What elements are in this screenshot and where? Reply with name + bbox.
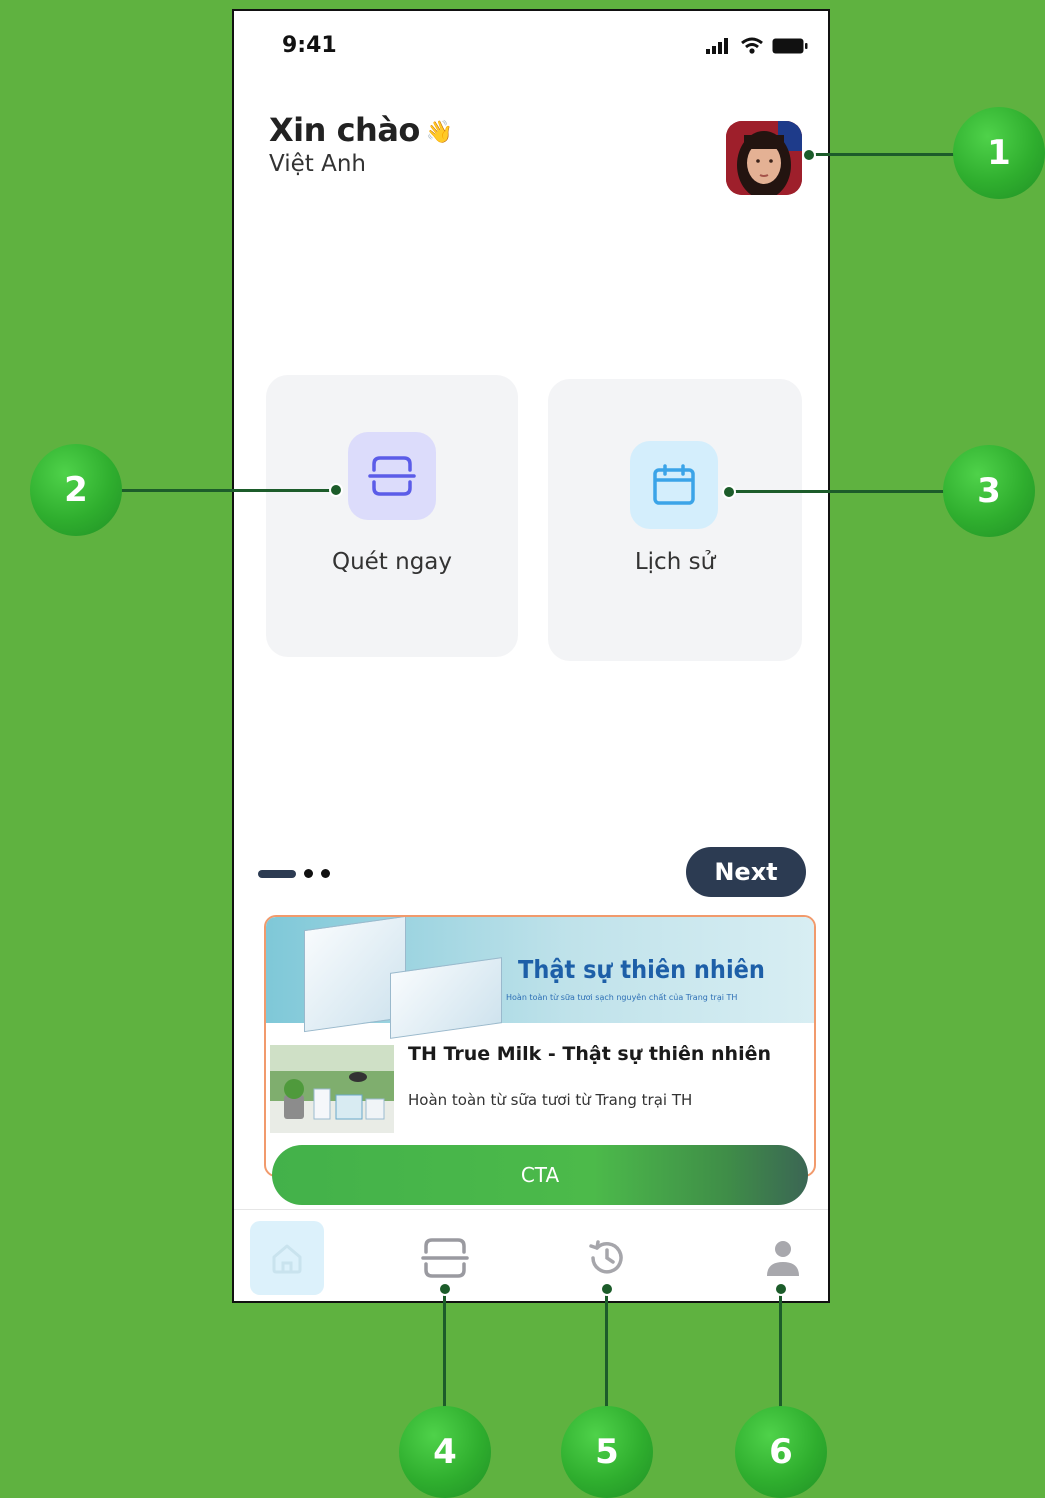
- callout-2-connector: [118, 489, 336, 492]
- page-indicator-active: [258, 869, 296, 878]
- wave-icon: 👋: [425, 119, 453, 145]
- status-time: 9:41: [282, 33, 337, 58]
- nav-home[interactable]: [250, 1221, 324, 1295]
- callout-3-connector: [729, 490, 949, 493]
- callout-3-pin: [722, 485, 736, 499]
- scan-label: Quét ngay: [331, 549, 453, 575]
- ad-banner-title: Thật sự thiên nhiên: [518, 955, 765, 984]
- history-label: Lịch sử: [634, 549, 716, 575]
- user-name[interactable]: Việt Anh: [269, 151, 366, 177]
- ad-card[interactable]: Thật sự thiên nhiên Hoàn toàn từ sữa tươ…: [264, 915, 816, 1177]
- ad-title: TH True Milk - Thật sự thiên nhiên: [408, 1043, 772, 1065]
- ad-description: Hoàn toàn từ sữa tươi từ Trang trại TH: [408, 1091, 693, 1109]
- callout-1: 1: [953, 107, 1045, 199]
- history-icon: [589, 1240, 623, 1274]
- ad-banner: Thật sự thiên nhiên Hoàn toàn từ sữa tươ…: [266, 917, 814, 1039]
- callout-4: 4: [399, 1406, 491, 1498]
- callout-5: 5: [561, 1406, 653, 1498]
- callout-1-connector: [808, 153, 958, 156]
- profile-icon: [767, 1241, 799, 1276]
- milk-carton-image: [390, 957, 502, 1039]
- callout-6-pin: [774, 1282, 788, 1296]
- bottom-nav-divider: [234, 1209, 828, 1210]
- page-indicator-dot: [321, 869, 330, 878]
- callout-3: 3: [943, 445, 1035, 537]
- scan-icon: [421, 1238, 469, 1278]
- home-icon: [272, 1244, 302, 1274]
- calendar-icon-box: [630, 441, 718, 529]
- wifi-icon: [741, 37, 763, 54]
- greeting-title: Xin chào 👋: [269, 111, 453, 149]
- callout-4-pin: [438, 1282, 452, 1296]
- signal-icon: [706, 38, 728, 54]
- page-indicator: [258, 869, 330, 878]
- ad-banner-subtitle: Hoàn toàn từ sữa tươi sạch nguyên chất c…: [506, 993, 738, 1002]
- callout-6-connector: [779, 1290, 782, 1412]
- phone-screen: 9:41 Xin chào 👋 Việt Anh Quét ngay Lịch …: [232, 9, 830, 1303]
- scan-icon-box: [348, 432, 436, 520]
- callout-5-connector: [605, 1290, 608, 1412]
- scan-icon: [368, 456, 416, 496]
- callout-2: 2: [30, 444, 122, 536]
- callout-6: 6: [735, 1406, 827, 1498]
- cta-button[interactable]: CTA: [272, 1145, 808, 1205]
- scan-card[interactable]: Quét ngay: [266, 375, 518, 657]
- calendar-icon: [653, 464, 695, 505]
- ad-thumbnail-scene: [270, 1045, 394, 1133]
- status-icons: [706, 37, 808, 55]
- callout-4-connector: [443, 1290, 446, 1412]
- next-button[interactable]: Next: [686, 847, 806, 897]
- avatar-portrait: [726, 121, 802, 195]
- callout-1-pin: [802, 148, 816, 162]
- greeting-text: Xin chào: [269, 111, 420, 149]
- callout-2-pin: [329, 483, 343, 497]
- history-card[interactable]: Lịch sử: [548, 379, 802, 661]
- avatar[interactable]: [726, 121, 802, 195]
- battery-icon: [772, 38, 808, 54]
- page-indicator-dot: [304, 869, 313, 878]
- callout-5-pin: [600, 1282, 614, 1296]
- ad-thumbnail: [270, 1045, 394, 1133]
